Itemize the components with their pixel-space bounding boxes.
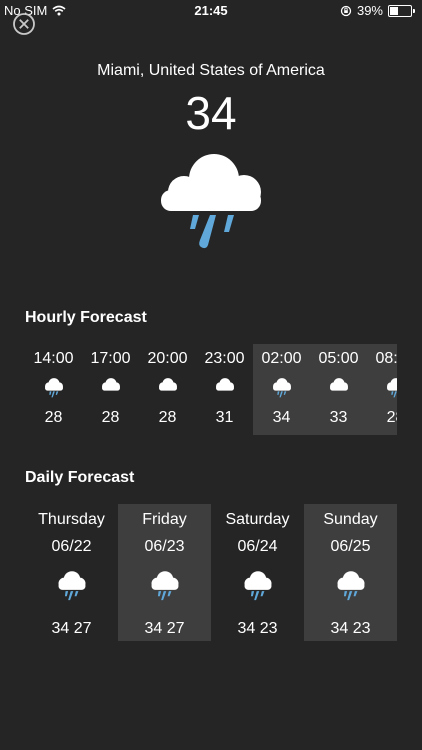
hour-time: 02:00 — [261, 350, 302, 367]
status-bar: No SIM 21:45 39% — [0, 0, 422, 22]
day-date: 06/25 — [330, 538, 371, 555]
battery-icon — [388, 4, 415, 17]
daily-item: Thursday 06/22 34 27 — [25, 504, 118, 641]
rain-cloud-icon — [151, 571, 178, 601]
day-icon-wrap — [211, 568, 304, 604]
hourly-forecast-strip[interactable]: 14:00 28 17:00 28 20:00 28 23:00 31 02:00 34 05:00… — [25, 344, 397, 435]
cloud-icon — [215, 378, 234, 391]
daily-forecast-row: Thursday 06/22 34 27 Friday 06/23 34 27 Saturd… — [25, 504, 397, 641]
day-name: Saturday — [225, 511, 290, 528]
cloud-icon — [101, 378, 120, 391]
day-temps: 34 23 — [330, 620, 371, 637]
rain-cloud-icon — [272, 378, 291, 398]
hour-temp: 28 — [158, 409, 177, 426]
day-date: 06/23 — [144, 538, 185, 555]
hour-time: 17:00 — [90, 350, 131, 367]
day-temps: 34 23 — [237, 620, 278, 637]
status-right: 39% — [340, 3, 415, 18]
hour-temp: 28 — [386, 409, 397, 426]
hourly-item: 17:00 28 — [82, 344, 139, 435]
hour-temp: 33 — [329, 409, 348, 426]
hour-time: 20:00 — [147, 350, 188, 367]
day-name: Friday — [142, 511, 187, 528]
current-temp: 34 — [185, 87, 237, 139]
hour-temp: 28 — [101, 409, 120, 426]
battery-fill — [390, 6, 398, 15]
rain-cloud-icon — [337, 571, 364, 601]
hourly-item: 05:00 33 — [310, 344, 367, 435]
daily-forecast-title: Daily Forecast — [25, 469, 135, 486]
day-date: 06/24 — [237, 538, 278, 555]
day-temps: 34 27 — [144, 620, 185, 637]
day-temps: 34 27 — [51, 620, 92, 637]
orientation-lock-icon — [340, 5, 352, 16]
day-date: 06/22 — [51, 538, 92, 555]
rain-cloud-icon — [44, 378, 63, 398]
day-icon-wrap — [25, 568, 118, 604]
hour-icon-wrap — [139, 376, 196, 400]
hour-icon-wrap — [253, 376, 310, 400]
day-icon-wrap — [118, 568, 211, 604]
daily-item: Saturday 06/24 34 23 — [211, 504, 304, 641]
rain-cloud-icon — [58, 571, 85, 601]
hour-time: 05:00 — [318, 350, 359, 367]
hour-icon-wrap — [367, 376, 397, 400]
cloud-icon — [329, 378, 348, 391]
hour-time: 08:00 — [375, 350, 397, 367]
rain-cloud-icon — [386, 378, 397, 398]
cloud-icon — [158, 378, 177, 391]
location-label: Miami, United States of America — [97, 62, 325, 79]
day-name: Sunday — [323, 511, 378, 528]
hourly-item: 20:00 28 — [139, 344, 196, 435]
hour-temp: 28 — [44, 409, 63, 426]
hour-icon-wrap — [310, 376, 367, 400]
hourly-item: 23:00 31 — [196, 344, 253, 435]
hourly-item: 08:00 28 — [367, 344, 397, 435]
hourly-item: 02:00 34 — [253, 344, 310, 435]
hourly-forecast-title: Hourly Forecast — [25, 309, 147, 326]
hour-temp: 31 — [215, 409, 234, 426]
close-icon[interactable] — [12, 12, 36, 36]
day-name: Thursday — [38, 511, 105, 528]
hour-time: 23:00 — [204, 350, 245, 367]
heavy-rain-cloud-icon — [161, 154, 261, 249]
hour-time: 14:00 — [33, 350, 74, 367]
rain-cloud-icon — [244, 571, 271, 601]
hour-temp: 34 — [272, 409, 291, 426]
day-icon-wrap — [304, 568, 397, 604]
hour-icon-wrap — [82, 376, 139, 400]
hour-icon-wrap — [196, 376, 253, 400]
daily-item: Sunday 06/25 34 23 — [304, 504, 397, 641]
daily-item: Friday 06/23 34 27 — [118, 504, 211, 641]
hourly-item: 14:00 28 — [25, 344, 82, 435]
hour-icon-wrap — [25, 376, 82, 400]
battery-percent: 39% — [356, 3, 383, 18]
hourly-forecast-row: 14:00 28 17:00 28 20:00 28 23:00 31 02:00 34 05:00… — [25, 344, 397, 435]
